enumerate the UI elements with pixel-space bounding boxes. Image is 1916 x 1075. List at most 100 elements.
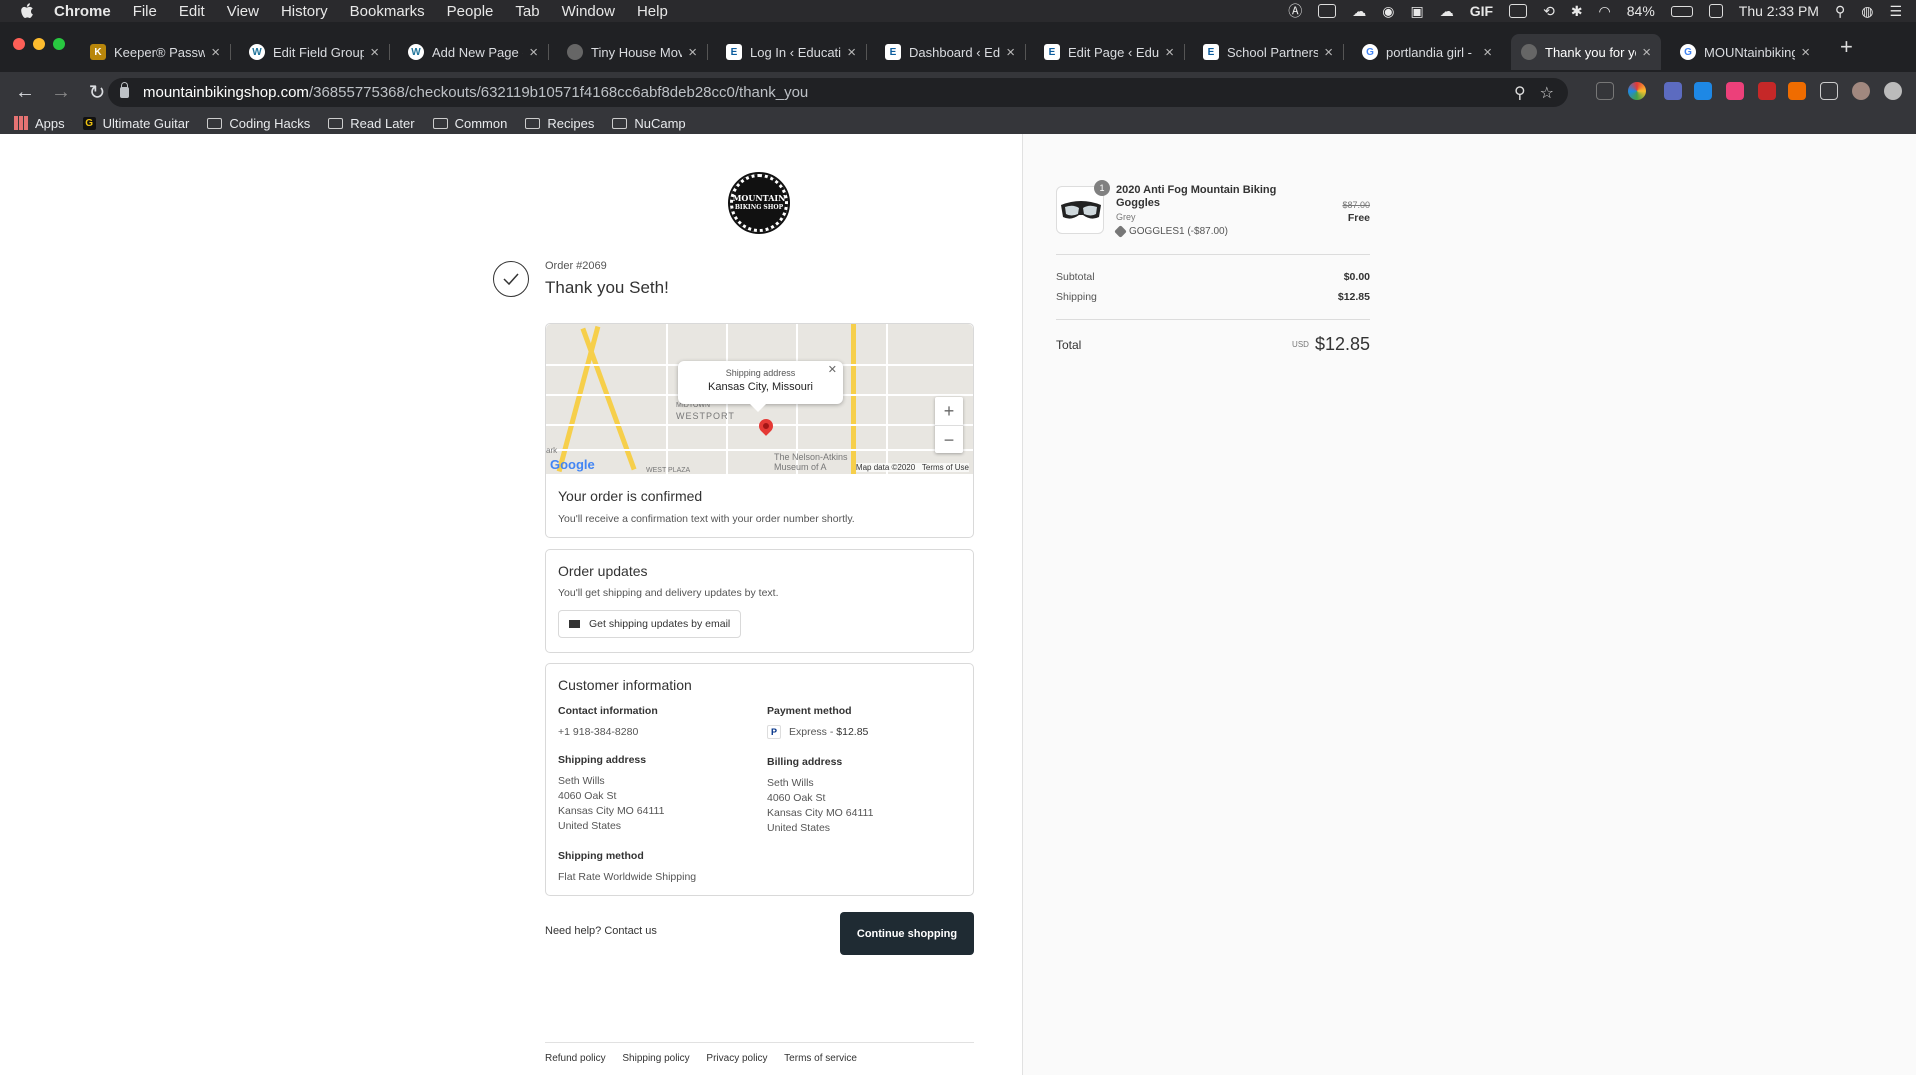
- tab-edit-page[interactable]: E Edit Page ‹ Educ ×: [1034, 34, 1185, 70]
- close-tab-icon[interactable]: ×: [847, 44, 856, 61]
- zoom-icon[interactable]: ⚲: [1514, 83, 1526, 103]
- back-icon[interactable]: ←: [14, 81, 36, 104]
- zoom-out-icon[interactable]: −: [935, 426, 963, 454]
- discount-label: GOGGLES1 (-$87.00): [1129, 226, 1228, 237]
- display-icon[interactable]: [1318, 4, 1337, 18]
- terms-of-use-link[interactable]: Terms of Use: [922, 463, 969, 472]
- shipping-policy-link[interactable]: Shipping policy: [622, 1053, 689, 1064]
- close-info-window-icon[interactable]: ✕: [828, 363, 837, 376]
- email-updates-button[interactable]: Get shipping updates by email: [558, 610, 742, 638]
- bookmark-recipes[interactable]: Recipes: [525, 116, 594, 131]
- new-tab-icon[interactable]: +: [1840, 34, 1853, 60]
- bookmark-apps[interactable]: Apps: [14, 116, 65, 131]
- bookmark-coding-hacks[interactable]: Coding Hacks: [207, 116, 310, 131]
- menu-tab[interactable]: Tab: [515, 3, 539, 20]
- shipping-map[interactable]: MIDTOWN WESTPORT The Nelson-Atkins Museu…: [546, 324, 973, 474]
- globe-icon: [567, 44, 583, 60]
- gif-icon[interactable]: GIF: [1470, 3, 1493, 19]
- close-tab-icon[interactable]: ×: [370, 44, 379, 61]
- record-icon[interactable]: ◉: [1382, 3, 1394, 20]
- tab-tiny-house[interactable]: Tiny House Mov ×: [557, 34, 708, 70]
- text-input-icon[interactable]: Ⓐ: [1288, 1, 1302, 21]
- close-tab-icon[interactable]: ×: [1006, 44, 1015, 61]
- tab-portlandia[interactable]: Gportlandia girl - ×: [1352, 34, 1502, 70]
- refund-policy-link[interactable]: Refund policy: [545, 1053, 606, 1064]
- battery-icon[interactable]: [1670, 5, 1693, 17]
- calendar-icon[interactable]: [1708, 4, 1723, 18]
- cloud-icon[interactable]: ☁: [1440, 3, 1454, 20]
- close-tab-icon[interactable]: ×: [688, 44, 697, 61]
- tab-thank-you[interactable]: Thank you for yo ×: [1511, 34, 1661, 70]
- map-label-museum: Museum of A: [774, 462, 827, 472]
- close-tab-icon[interactable]: ×: [1483, 44, 1492, 61]
- tab-edit-field-group[interactable]: W Edit Field Group ×: [239, 34, 390, 70]
- lock-icon[interactable]: [120, 82, 129, 98]
- privacy-policy-link[interactable]: Privacy policy: [706, 1053, 767, 1064]
- siri-icon[interactable]: ◍: [1861, 3, 1873, 20]
- close-tab-icon[interactable]: ×: [1801, 44, 1810, 61]
- close-tab-icon[interactable]: ×: [1165, 44, 1174, 61]
- extension-colorful-icon[interactable]: [1628, 82, 1646, 100]
- tab-dashboard[interactable]: E Dashboard ‹ Edu ×: [875, 34, 1026, 70]
- close-tab-icon[interactable]: ×: [1324, 44, 1333, 61]
- apple-icon[interactable]: [20, 3, 34, 19]
- address-bar[interactable]: mountainbikingshop.com/36855775368/check…: [108, 78, 1568, 107]
- reload-icon[interactable]: ↻: [86, 80, 108, 105]
- tab-log-in[interactable]: E Log In ‹ Educatio ×: [716, 34, 867, 70]
- menu-file[interactable]: File: [133, 3, 157, 20]
- close-tab-icon[interactable]: ×: [211, 44, 220, 61]
- extension-pink-icon[interactable]: [1726, 82, 1744, 100]
- menu-help[interactable]: Help: [637, 3, 668, 20]
- map-pin-icon[interactable]: [756, 416, 776, 436]
- continue-shopping-button[interactable]: Continue shopping: [840, 912, 974, 955]
- extension-blue-icon[interactable]: [1694, 82, 1712, 100]
- minimize-window-button[interactable]: [33, 38, 45, 50]
- menu-history[interactable]: History: [281, 3, 328, 20]
- notification-center-icon[interactable]: ☰: [1889, 3, 1902, 20]
- extension-red-icon[interactable]: [1758, 82, 1776, 100]
- maximize-window-button[interactable]: [53, 38, 65, 50]
- terms-of-service-link[interactable]: Terms of service: [784, 1053, 857, 1064]
- tab-mountainbiking[interactable]: G MOUNtainbiking ×: [1670, 34, 1820, 70]
- tab-add-new-page[interactable]: W Add New Page ‹ ×: [398, 34, 549, 70]
- spotlight-search-icon[interactable]: ⚲: [1835, 3, 1845, 20]
- bluetooth-icon[interactable]: ✱: [1571, 3, 1583, 20]
- bookmark-star-icon[interactable]: ☆: [1540, 83, 1554, 103]
- checkmark-icon: [493, 261, 529, 297]
- cloud-sync-icon[interactable]: ☁: [1352, 3, 1366, 20]
- bookmark-ultimate-guitar[interactable]: G Ultimate Guitar: [82, 116, 189, 131]
- wifi-icon[interactable]: ◠: [1599, 3, 1611, 20]
- bookmark-read-later[interactable]: Read Later: [328, 116, 415, 131]
- tab-keeper[interactable]: K Keeper® Password ×: [80, 34, 231, 70]
- bookmark-common[interactable]: Common: [432, 116, 507, 131]
- menu-people[interactable]: People: [447, 3, 494, 20]
- close-tab-icon[interactable]: ×: [1642, 44, 1651, 61]
- menu-bookmarks[interactable]: Bookmarks: [350, 3, 425, 20]
- zoom-in-icon[interactable]: +: [935, 397, 963, 426]
- menu-view[interactable]: View: [227, 3, 259, 20]
- google-logo[interactable]: Google: [550, 457, 595, 472]
- extensions-puzzle-icon[interactable]: [1820, 82, 1838, 100]
- airplay-icon[interactable]: [1509, 4, 1528, 18]
- tab-school-partnership[interactable]: E School Partnersh ×: [1193, 34, 1344, 70]
- menu-dots-icon[interactable]: [1884, 82, 1902, 100]
- extension-badge-302-icon[interactable]: [1788, 82, 1806, 100]
- menu-window[interactable]: Window: [562, 3, 615, 20]
- bookmark-nucamp[interactable]: NuCamp: [612, 116, 686, 131]
- clock[interactable]: Thu 2:33 PM: [1739, 3, 1819, 19]
- profile-avatar[interactable]: [1852, 82, 1870, 100]
- bookmark-label: Coding Hacks: [229, 115, 311, 131]
- shop-logo[interactable]: MOUNTAIN BIKING SHOP: [728, 172, 790, 234]
- extension-recycle-icon[interactable]: [1596, 82, 1614, 100]
- close-tab-icon[interactable]: ×: [529, 44, 538, 61]
- time-machine-icon[interactable]: ⟲: [1543, 3, 1555, 20]
- docker-icon[interactable]: ▣: [1411, 3, 1424, 20]
- shipping-name: Seth Wills: [558, 775, 605, 787]
- forward-icon[interactable]: →: [50, 81, 72, 104]
- menu-app-name[interactable]: Chrome: [54, 3, 111, 20]
- menu-edit[interactable]: Edit: [179, 3, 205, 20]
- extension-badge-19-icon[interactable]: [1664, 82, 1682, 100]
- billing-address-block: Billing address Seth Wills 4060 Oak St K…: [767, 755, 873, 836]
- contact-us-link[interactable]: Contact us: [604, 925, 657, 937]
- close-window-button[interactable]: [13, 38, 25, 50]
